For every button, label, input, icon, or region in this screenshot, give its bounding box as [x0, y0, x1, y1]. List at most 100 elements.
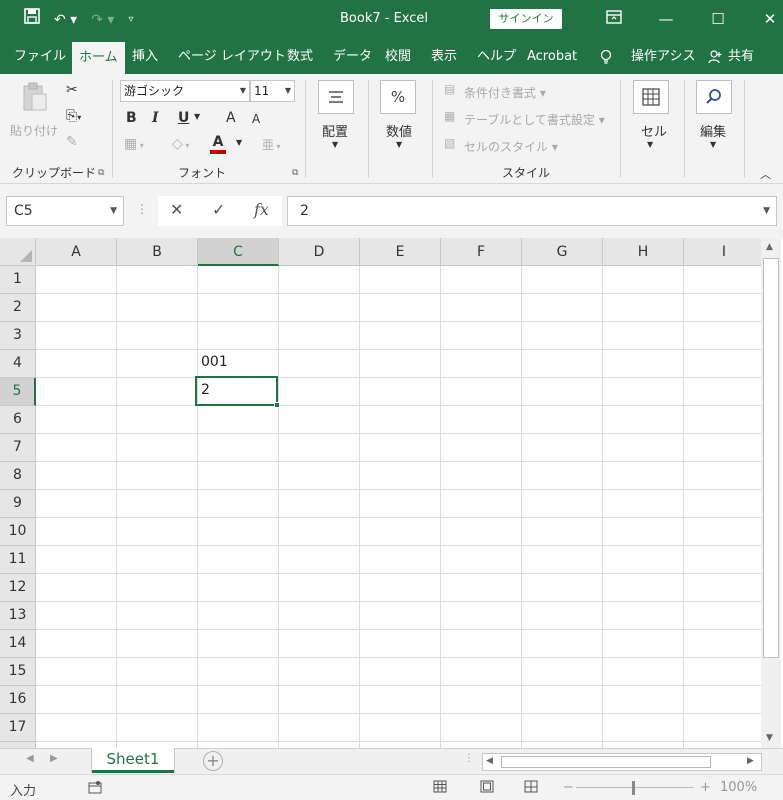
row-header-13[interactable]: 13: [0, 602, 36, 630]
cells-button[interactable]: セル: [641, 121, 667, 140]
alignment-button[interactable]: 配置: [322, 121, 348, 140]
scroll-up-icon[interactable]: ▲: [766, 242, 773, 252]
sheet-tab[interactable]: Sheet1: [92, 748, 174, 773]
cell-C4[interactable]: 001: [196, 349, 277, 377]
column-header-D[interactable]: D: [279, 238, 360, 266]
row-header-14[interactable]: 14: [0, 630, 36, 658]
zoom-out-button[interactable]: −: [563, 780, 574, 795]
column-header-B[interactable]: B: [117, 238, 198, 266]
column-header-H[interactable]: H: [603, 238, 684, 266]
row-header-8[interactable]: 8: [0, 462, 36, 490]
tab-view[interactable]: 表示: [431, 40, 457, 74]
cancel-icon[interactable]: ✕: [170, 200, 183, 219]
maximize-button[interactable]: ☐: [692, 6, 744, 32]
font-color-button[interactable]: A: [210, 134, 226, 154]
row-header-4[interactable]: 4: [0, 350, 36, 378]
column-header-A[interactable]: A: [36, 238, 117, 266]
row-header-12[interactable]: 12: [0, 574, 36, 602]
share-icon[interactable]: [708, 40, 722, 74]
enter-icon[interactable]: ✓: [212, 200, 225, 219]
column-header-E[interactable]: E: [360, 238, 441, 266]
number-button[interactable]: 数値: [386, 121, 412, 140]
tab-insert[interactable]: 挿入: [132, 40, 158, 74]
formula-input[interactable]: 2 ▼: [287, 196, 777, 226]
row-header-3[interactable]: 3: [0, 322, 36, 350]
tab-share[interactable]: 共有: [728, 40, 754, 74]
select-all-button[interactable]: [0, 238, 36, 266]
macro-record-icon[interactable]: [88, 780, 102, 798]
percent-icon[interactable]: %: [380, 80, 416, 114]
tab-formulas[interactable]: 数式: [287, 40, 313, 74]
zoom-slider-thumb[interactable]: [632, 781, 635, 795]
row-header-1[interactable]: 1: [0, 266, 36, 294]
search-icon[interactable]: [696, 80, 732, 114]
editing-button[interactable]: 編集: [700, 121, 726, 140]
customize-qat-icon[interactable]: ▿: [128, 8, 133, 32]
zoom-level[interactable]: 100%: [720, 780, 757, 795]
chevron-down-icon[interactable]: ▼: [236, 138, 242, 147]
tab-acrobat[interactable]: Acrobat: [527, 40, 577, 74]
worksheet-grid[interactable]: ABCDEFGHI 123456789101112131415161718 00…: [0, 238, 783, 748]
alignment-icon[interactable]: [318, 80, 354, 114]
row-header-17[interactable]: 17: [0, 714, 36, 742]
tab-review[interactable]: 校閲: [385, 40, 411, 74]
copy-icon[interactable]: ⎘▾: [66, 108, 81, 124]
tab-data[interactable]: データ: [333, 40, 372, 74]
formula-bar-grip-icon[interactable]: ⋮: [136, 202, 148, 216]
font-name-box[interactable]: 游ゴシック ▼: [120, 80, 250, 102]
zoom-in-button[interactable]: +: [700, 780, 711, 795]
scroll-right-icon[interactable]: ▶: [747, 756, 754, 766]
add-sheet-icon[interactable]: +: [203, 751, 223, 771]
next-sheet-icon[interactable]: ▶: [50, 753, 58, 764]
vertical-scroll-thumb[interactable]: [763, 258, 779, 658]
expand-formula-bar-icon[interactable]: ▼: [763, 197, 770, 225]
scroll-down-icon[interactable]: ▼: [766, 733, 773, 743]
zoom-slider-track[interactable]: [576, 787, 694, 788]
close-button[interactable]: ✕: [744, 6, 783, 32]
page-layout-view-icon[interactable]: [480, 780, 494, 797]
tab-file[interactable]: ファイル: [14, 40, 66, 74]
font-launcher-icon[interactable]: ⧉: [292, 168, 298, 178]
increase-font-button[interactable]: A: [226, 110, 236, 126]
chevron-down-icon[interactable]: ▼: [110, 197, 117, 225]
row-header-6[interactable]: 6: [0, 406, 36, 434]
cells-icon[interactable]: [633, 80, 669, 114]
insert-function-icon[interactable]: fx: [254, 200, 269, 219]
column-header-C[interactable]: C: [198, 238, 279, 266]
row-header-11[interactable]: 11: [0, 546, 36, 574]
undo-icon[interactable]: ↶ ▾: [54, 8, 77, 32]
ribbon-display-icon[interactable]: [588, 6, 640, 32]
underline-button[interactable]: U: [178, 110, 189, 126]
scroll-left-icon[interactable]: ◀: [486, 756, 493, 766]
row-header-15[interactable]: 15: [0, 658, 36, 686]
name-box[interactable]: C5 ▼: [6, 196, 124, 226]
tab-page-layout[interactable]: ページ レイアウト: [178, 40, 286, 74]
page-break-view-icon[interactable]: [524, 780, 538, 797]
row-header-16[interactable]: 16: [0, 686, 36, 714]
signin-button[interactable]: サインイン: [490, 9, 562, 29]
italic-button[interactable]: I: [152, 110, 159, 126]
tab-split-grip-icon[interactable]: ⋮: [464, 753, 474, 764]
tab-help[interactable]: ヘルプ: [477, 40, 516, 74]
column-header-F[interactable]: F: [441, 238, 522, 266]
chevron-down-icon[interactable]: ▼: [194, 112, 200, 121]
decrease-font-button[interactable]: A: [252, 112, 260, 126]
row-header-5[interactable]: 5: [0, 378, 36, 406]
row-header-2[interactable]: 2: [0, 294, 36, 322]
column-header-G[interactable]: G: [522, 238, 603, 266]
save-icon[interactable]: [24, 8, 40, 32]
clipboard-launcher-icon[interactable]: ⧉: [98, 168, 104, 178]
normal-view-icon[interactable]: [433, 780, 447, 797]
font-size-box[interactable]: 11 ▼: [250, 80, 295, 102]
prev-sheet-icon[interactable]: ◀: [26, 753, 34, 764]
row-header-7[interactable]: 7: [0, 434, 36, 462]
row-header-9[interactable]: 9: [0, 490, 36, 518]
horizontal-scroll-thumb[interactable]: [501, 756, 711, 768]
row-header-10[interactable]: 10: [0, 518, 36, 546]
horizontal-scrollbar[interactable]: ◀ ▶: [482, 753, 762, 771]
tell-me-box[interactable]: 操作アシス: [631, 40, 695, 74]
column-header-I[interactable]: I: [684, 238, 765, 266]
minimize-button[interactable]: —: [640, 6, 692, 32]
bold-button[interactable]: B: [126, 110, 137, 126]
collapse-ribbon-icon[interactable]: ︿: [760, 166, 771, 182]
